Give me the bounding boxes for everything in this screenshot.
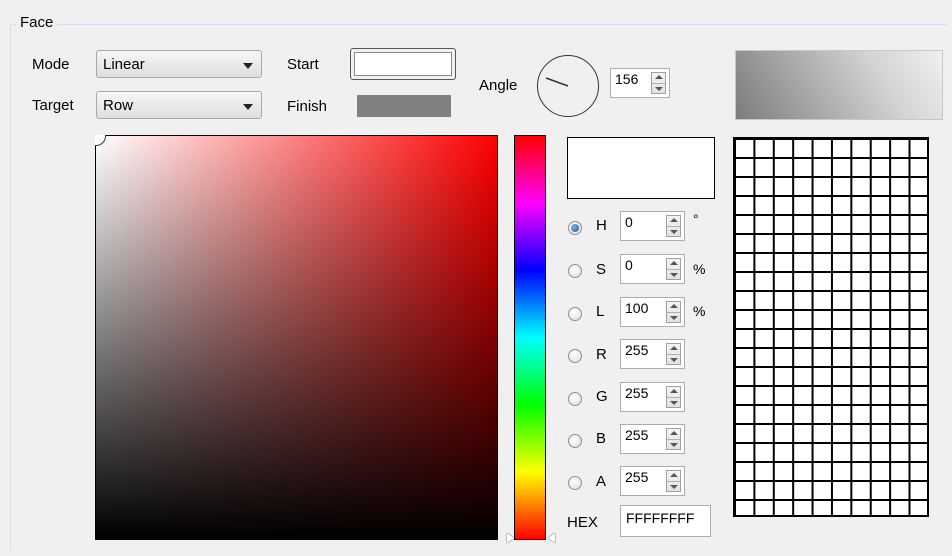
a-value: 255 (625, 469, 649, 485)
l-input[interactable]: 100 (620, 297, 685, 327)
radio-b[interactable] (568, 434, 582, 448)
h-label: H (596, 217, 607, 234)
s-unit: % (693, 261, 706, 277)
spin-up-icon (670, 473, 678, 477)
g-input[interactable]: 255 (620, 382, 685, 412)
hex-value: FFFFFFFF (626, 510, 695, 526)
target-select[interactable]: Row (96, 91, 262, 119)
color-palette-grid[interactable] (733, 137, 929, 517)
s-spinner[interactable] (666, 258, 681, 280)
mode-label: Mode (32, 56, 70, 73)
dropdown-arrow-icon (243, 63, 253, 69)
target-label: Target (32, 97, 74, 114)
r-spinner[interactable] (666, 343, 681, 365)
spin-up-icon (670, 304, 678, 308)
s-input[interactable]: 0 (620, 254, 685, 284)
radio-g[interactable] (568, 392, 582, 406)
spin-down-icon (670, 443, 678, 447)
s-label: S (596, 261, 607, 278)
r-label: R (596, 346, 607, 363)
hex-label: HEX (567, 514, 598, 531)
target-value: Row (103, 97, 134, 114)
mode-select[interactable]: Linear (96, 50, 262, 78)
spin-up-icon (655, 75, 663, 79)
r-input[interactable]: 255 (620, 339, 685, 369)
start-label: Start (287, 56, 319, 73)
a-label: A (596, 473, 607, 490)
finish-color-button[interactable] (357, 95, 451, 117)
dropdown-arrow-icon (243, 104, 253, 110)
start-color-swatch (354, 52, 452, 76)
angle-input[interactable]: 156 (610, 68, 670, 98)
l-label: L (596, 303, 605, 320)
radio-s[interactable] (568, 264, 582, 278)
l-spinner[interactable] (666, 301, 681, 323)
start-color-button[interactable] (350, 48, 456, 80)
spin-down-icon (670, 230, 678, 234)
current-color-preview (567, 137, 715, 199)
r-value: 255 (625, 342, 649, 358)
spin-up-icon (670, 218, 678, 222)
g-spinner[interactable] (666, 386, 681, 408)
spin-up-icon (670, 346, 678, 350)
finish-label: Finish (287, 98, 328, 115)
radio-h[interactable] (568, 221, 582, 235)
angle-needle-icon (545, 77, 569, 87)
spin-down-icon (670, 401, 678, 405)
angle-dial[interactable] (537, 55, 599, 117)
spin-down-icon (655, 87, 663, 91)
h-input[interactable]: 0 (620, 211, 685, 241)
spin-down-icon (670, 485, 678, 489)
b-value: 255 (625, 427, 649, 443)
spin-up-icon (670, 261, 678, 265)
b-label: B (596, 430, 607, 447)
hex-input[interactable]: FFFFFFFF (620, 505, 711, 537)
hue-marker-icon[interactable] (507, 533, 514, 543)
s-value: 0 (625, 257, 633, 273)
l-unit: % (693, 303, 706, 319)
hue-slider[interactable] (514, 135, 546, 540)
h-unit: ° (693, 211, 699, 227)
h-value: 0 (625, 214, 633, 230)
spin-down-icon (670, 273, 678, 277)
saturation-lightness-picker[interactable] (95, 135, 498, 540)
b-spinner[interactable] (666, 428, 681, 450)
radio-r[interactable] (568, 349, 582, 363)
radio-l[interactable] (568, 307, 582, 321)
gradient-preview (735, 50, 943, 120)
spin-up-icon (670, 389, 678, 393)
b-input[interactable]: 255 (620, 424, 685, 454)
spin-down-icon (670, 358, 678, 362)
a-input[interactable]: 255 (620, 466, 685, 496)
spin-down-icon (670, 316, 678, 320)
a-spinner[interactable] (666, 470, 681, 492)
angle-value: 156 (615, 71, 639, 87)
angle-spinner[interactable] (651, 72, 666, 94)
g-label: G (596, 388, 608, 405)
g-value: 255 (625, 385, 649, 401)
mode-value: Linear (103, 56, 145, 73)
radio-a[interactable] (568, 476, 582, 490)
angle-label: Angle (479, 77, 518, 94)
group-title: Face (16, 14, 58, 31)
h-spinner[interactable] (666, 215, 681, 237)
l-value: 100 (625, 300, 649, 316)
hue-marker-icon[interactable] (548, 533, 555, 543)
spin-up-icon (670, 431, 678, 435)
